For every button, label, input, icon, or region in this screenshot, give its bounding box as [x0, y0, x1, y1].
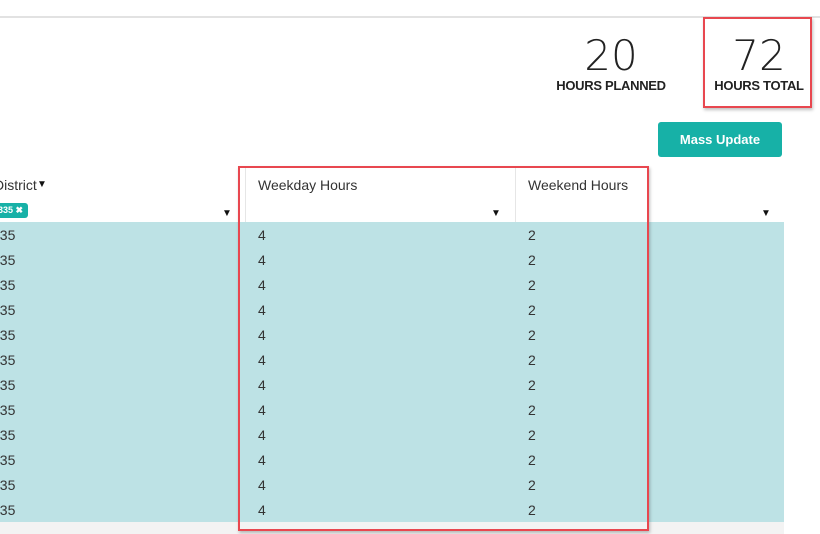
- table-row[interactable]: 335 4 2: [0, 272, 784, 297]
- mass-update-button[interactable]: Mass Update: [658, 122, 782, 157]
- table-row[interactable]: 335 4 2: [0, 472, 784, 497]
- filter-icon[interactable]: ▼: [761, 208, 771, 219]
- hours-total-value: 72: [732, 31, 786, 80]
- weekend-hours-cell: 2: [528, 227, 536, 243]
- hours-planned-value: 20: [584, 31, 638, 80]
- hours-total-label: HOURS TOTAL: [714, 78, 804, 93]
- column-label: Weekday Hours: [258, 177, 358, 193]
- weekday-hours-cell: 4: [258, 427, 266, 443]
- weekend-hours-cell: 2: [528, 252, 536, 268]
- district-cell: 335: [0, 477, 16, 493]
- district-cell: 335: [0, 327, 16, 343]
- district-cell: 335: [0, 377, 16, 393]
- district-cell: 335: [0, 452, 16, 468]
- district-cell: 335: [0, 302, 16, 318]
- weekend-hours-cell: 2: [528, 377, 536, 393]
- filter-icon[interactable]: ▼: [491, 208, 501, 219]
- weekend-hours-cell: 2: [528, 352, 536, 368]
- column-label: Weekend Hours: [528, 177, 629, 193]
- weekday-hours-cell: 4: [258, 277, 266, 293]
- weekday-hours-cell: 4: [258, 477, 266, 493]
- filter-chip-value: 335: [0, 205, 14, 215]
- table-row[interactable]: 335 4 2: [0, 347, 784, 372]
- weekend-hours-cell: 2: [528, 427, 536, 443]
- weekday-hours-cell: 4: [258, 502, 266, 518]
- district-cell: 335: [0, 277, 16, 293]
- weekend-hours-cell: 2: [528, 302, 536, 318]
- weekday-hours-cell: 4: [258, 327, 266, 343]
- weekday-hours-cell: 4: [258, 452, 266, 468]
- hours-planned-label: HOURS PLANNED: [556, 78, 666, 93]
- table-row[interactable]: 335 4 2: [0, 247, 784, 272]
- table-row[interactable]: 335 4 2: [0, 372, 784, 397]
- column-label: District: [0, 177, 37, 193]
- filter-icon[interactable]: ▼: [37, 179, 47, 190]
- table-row[interactable]: 335 4 2: [0, 497, 784, 522]
- weekday-hours-cell: 4: [258, 252, 266, 268]
- filter-icon[interactable]: ▼: [222, 208, 232, 219]
- weekend-hours-cell: 2: [528, 502, 536, 518]
- table-row[interactable]: 335 4 2: [0, 322, 784, 347]
- hours-planned-stat: 20 HOURS PLANNED: [548, 31, 674, 94]
- weekend-hours-cell: 2: [528, 452, 536, 468]
- district-cell: 335: [0, 402, 16, 418]
- table-row[interactable]: 335 4 2: [0, 297, 784, 322]
- table-row[interactable]: 335 4 2: [0, 422, 784, 447]
- district-cell: 335: [0, 502, 16, 518]
- weekend-hours-cell: 2: [528, 402, 536, 418]
- grid-footer: [0, 522, 784, 534]
- weekday-hours-cell: 4: [258, 302, 266, 318]
- weekend-hours-cell: 2: [528, 327, 536, 343]
- weekday-hours-cell: 4: [258, 227, 266, 243]
- weekend-hours-cell: 2: [528, 277, 536, 293]
- close-icon[interactable]: ✖: [16, 205, 24, 215]
- divider: [0, 16, 820, 18]
- column-header-district[interactable]: District ▼ 335 ✖ ▼: [0, 168, 245, 222]
- district-cell: 335: [0, 427, 16, 443]
- weekday-hours-cell: 4: [258, 352, 266, 368]
- weekend-hours-cell: 2: [528, 477, 536, 493]
- table-row[interactable]: 335 4 2: [0, 447, 784, 472]
- district-cell: 335: [0, 252, 16, 268]
- table-body: 335 4 2 335 4 2 335 4 2 335 4 2 335 4 2 335 4 2 335 4 2 335 4 2…: [0, 222, 784, 522]
- district-cell: 335: [0, 352, 16, 368]
- filter-chip[interactable]: 335 ✖: [0, 203, 29, 218]
- table-row[interactable]: 335 4 2: [0, 222, 784, 247]
- weekday-hours-cell: 4: [258, 377, 266, 393]
- hours-total-stat: 72 HOURS TOTAL: [706, 31, 812, 94]
- weekday-hours-cell: 4: [258, 402, 266, 418]
- district-cell: 335: [0, 227, 16, 243]
- column-header-weekend-hours[interactable]: Weekend Hours ▼: [515, 168, 784, 222]
- table-row[interactable]: 335 4 2: [0, 397, 784, 422]
- column-header-weekday-hours[interactable]: Weekday Hours ▼: [245, 168, 515, 222]
